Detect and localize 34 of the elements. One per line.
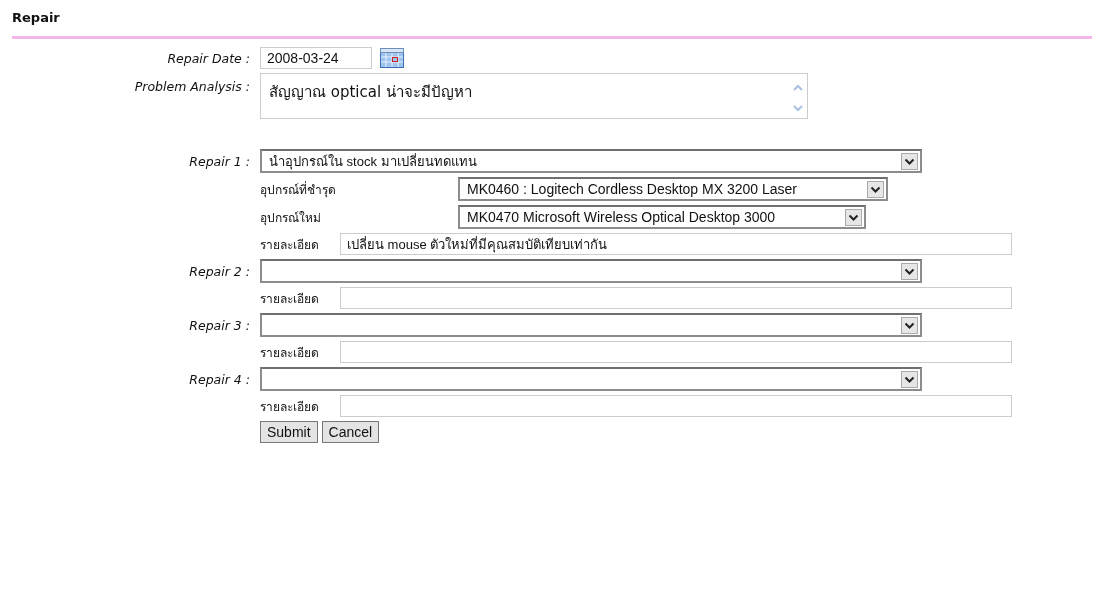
select-field[interactable]: MK0470 Microsoft Wireless Optical Desktop 3000 [458, 205, 867, 229]
field-label: อุปกรณ์ใหม่ [260, 209, 322, 227]
field-label: Repair 3 : [188, 317, 251, 333]
select-field[interactable]: MK0460 : Logitech Cordless Desktop MX 3200 Laser [458, 177, 888, 201]
detail-field[interactable]: เปลี่ยน mouse ตัวใหม่ที่มีคุณสมบัติเทียบเท่ากัน [340, 233, 1012, 255]
section-title: Repair [11, 9, 61, 27]
field-label: Repair Date : [166, 50, 251, 66]
detail-field[interactable] [340, 395, 1012, 417]
caret-icon [901, 370, 918, 388]
text-area[interactable]: สัญญาณ optical น่าจะมีปัญหา [260, 73, 808, 119]
caret-icon [901, 316, 918, 334]
detail-field[interactable] [340, 287, 1012, 309]
detail-field[interactable] [340, 341, 1012, 363]
form-button[interactable]: Cancel [321, 421, 380, 443]
date-field[interactable]: 2008-03-24 [260, 47, 372, 69]
calendar-icon[interactable] [380, 48, 404, 68]
select-field[interactable] [260, 367, 922, 391]
form-button[interactable]: Submit [260, 421, 318, 443]
caret-icon [845, 208, 863, 226]
caret-icon [866, 180, 884, 198]
select-field[interactable] [260, 313, 922, 337]
field-label: Problem Analysis : [133, 78, 251, 94]
caret-icon [901, 152, 918, 170]
caret-icon [901, 262, 918, 280]
select-field[interactable] [260, 259, 922, 283]
field-label: รายละเอียด [260, 398, 320, 416]
field-label: รายละเอียด [260, 344, 320, 362]
field-label: Repair 2 : [188, 263, 251, 279]
field-label: Repair 4 : [188, 371, 251, 387]
field-label: อุปกรณ์ที่ชำรุด [260, 180, 337, 199]
field-label: รายละเอียด [260, 236, 320, 254]
field-label: รายละเอียด [260, 290, 320, 308]
field-label: Repair 1 : [188, 153, 251, 169]
select-field[interactable]: นำอุปกรณ์ใน stock มาเปลี่ยนทดแทน [260, 149, 922, 173]
